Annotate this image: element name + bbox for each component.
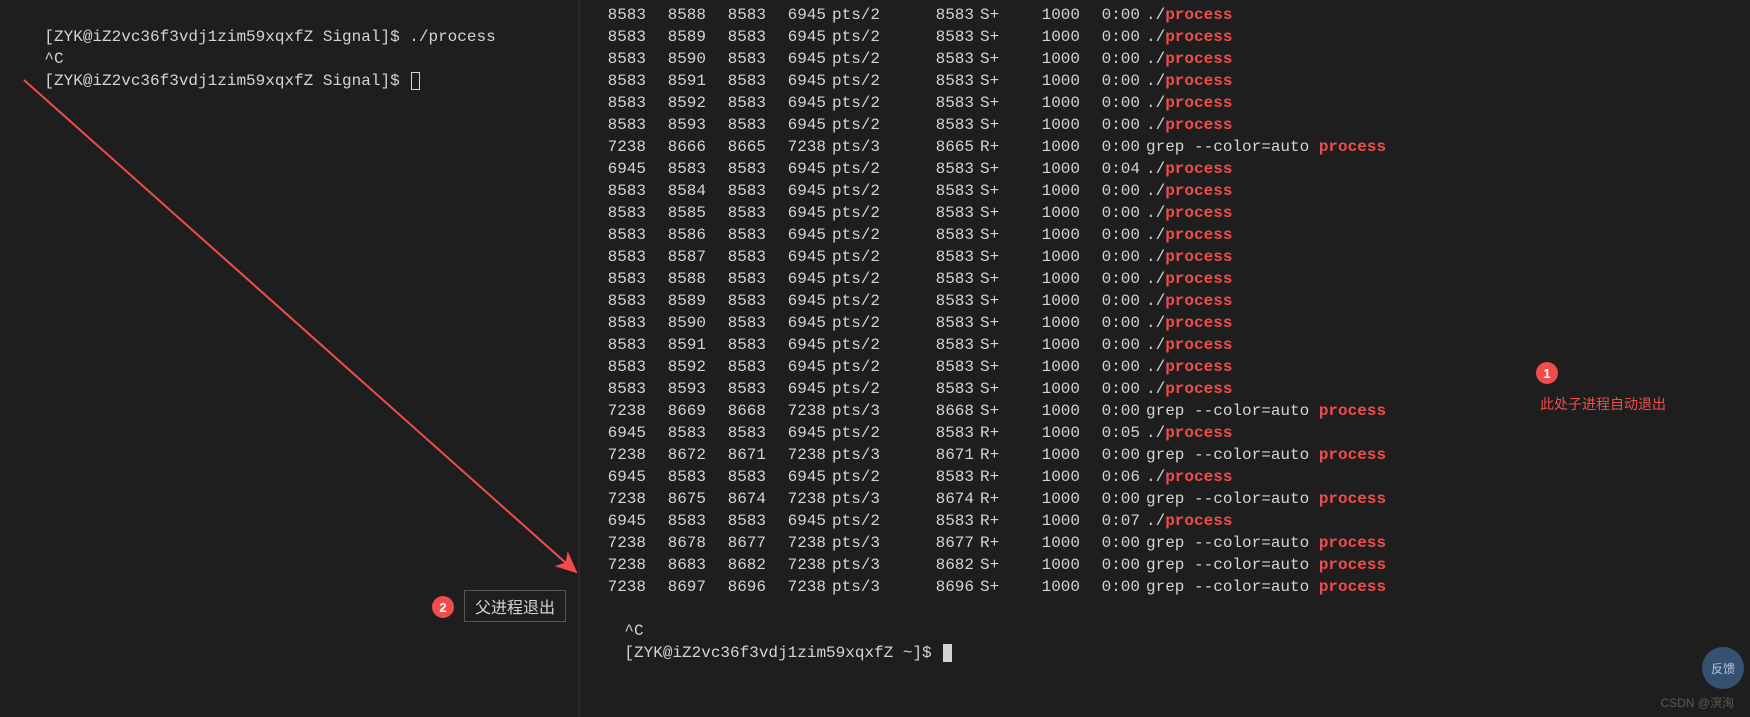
command-text: ./process: [409, 28, 495, 46]
process-row: 8583859185836945pts/28583S+10000:00./pro…: [586, 70, 1744, 92]
process-row: 8583859085836945pts/28583S+10000:00./pro…: [586, 312, 1744, 334]
process-row: 8583858885836945pts/28583S+10000:00./pro…: [586, 268, 1744, 290]
process-row: 8583858685836945pts/28583S+10000:00./pro…: [586, 224, 1744, 246]
process-row: 7238869786967238pts/38696S+10000:00grep …: [586, 576, 1744, 598]
process-row: 6945858385836945pts/28583R+10000:07./pro…: [586, 510, 1744, 532]
cursor-icon: [943, 644, 952, 662]
process-row: 8583859085836945pts/28583S+10000:00./pro…: [586, 48, 1744, 70]
annotation-badge-1: 1: [1536, 362, 1558, 384]
left-line-1: [ZYK@iZ2vc36f3vdj1zim59xqxfZ Signal]$ ./…: [6, 4, 572, 26]
right-ctrlc: ^C: [586, 598, 1744, 620]
process-row: 8583859385836945pts/28583S+10000:00./pro…: [586, 114, 1744, 136]
process-row: 8583858985836945pts/28583S+10000:00./pro…: [586, 290, 1744, 312]
process-row: 6945858385836945pts/28583R+10000:06./pro…: [586, 466, 1744, 488]
process-list: 8583858885836945pts/28583S+10000:00./pro…: [586, 4, 1744, 598]
process-row: 7238867886777238pts/38677R+10000:00grep …: [586, 532, 1744, 554]
process-row: 8583859185836945pts/28583S+10000:00./pro…: [586, 334, 1744, 356]
shell-prompt: [ZYK@iZ2vc36f3vdj1zim59xqxfZ Signal]$: [44, 72, 409, 90]
process-row: 8583858485836945pts/28583S+10000:00./pro…: [586, 180, 1744, 202]
process-row: 7238867586747238pts/38674R+10000:00grep …: [586, 488, 1744, 510]
process-row: 7238868386827238pts/38682S+10000:00grep …: [586, 554, 1744, 576]
process-row: 7238866686657238pts/38665R+10000:00grep …: [586, 136, 1744, 158]
process-row: 8583858785836945pts/28583S+10000:00./pro…: [586, 246, 1744, 268]
process-row: 8583859285836945pts/28583S+10000:00./pro…: [586, 356, 1744, 378]
process-row: 6945858385836945pts/28583R+10000:05./pro…: [586, 422, 1744, 444]
process-row: 8583858585836945pts/28583S+10000:00./pro…: [586, 202, 1744, 224]
left-line-3: [ZYK@iZ2vc36f3vdj1zim59xqxfZ Signal]$: [6, 48, 572, 70]
terminal-right-pane[interactable]: 8583858885836945pts/28583S+10000:00./pro…: [580, 0, 1750, 717]
annotation-text-1: 此处子进程自动退出: [1540, 394, 1666, 414]
process-row: 7238867286717238pts/38671R+10000:00grep …: [586, 444, 1744, 466]
feedback-button[interactable]: 反馈: [1702, 647, 1744, 689]
annotation-badge-2: 2: [432, 596, 454, 618]
process-row: 8583859285836945pts/28583S+10000:00./pro…: [586, 92, 1744, 114]
watermark-text: CSDN @溟洵: [1660, 694, 1734, 711]
process-row: 8583858985836945pts/28583S+10000:00./pro…: [586, 26, 1744, 48]
right-prompt-line: [ZYK@iZ2vc36f3vdj1zim59xqxfZ ~]$: [586, 620, 1744, 642]
process-row: 6945858385836945pts/28583S+10000:04./pro…: [586, 158, 1744, 180]
process-row: 8583858885836945pts/28583S+10000:00./pro…: [586, 4, 1744, 26]
shell-prompt: [ZYK@iZ2vc36f3vdj1zim59xqxfZ ~]$: [624, 644, 941, 662]
annotation-text-2: 父进程退出: [464, 590, 566, 622]
ctrl-c-text: ^C: [44, 50, 63, 68]
cursor-icon: [411, 72, 420, 90]
shell-prompt: [ZYK@iZ2vc36f3vdj1zim59xqxfZ Signal]$: [44, 28, 409, 46]
